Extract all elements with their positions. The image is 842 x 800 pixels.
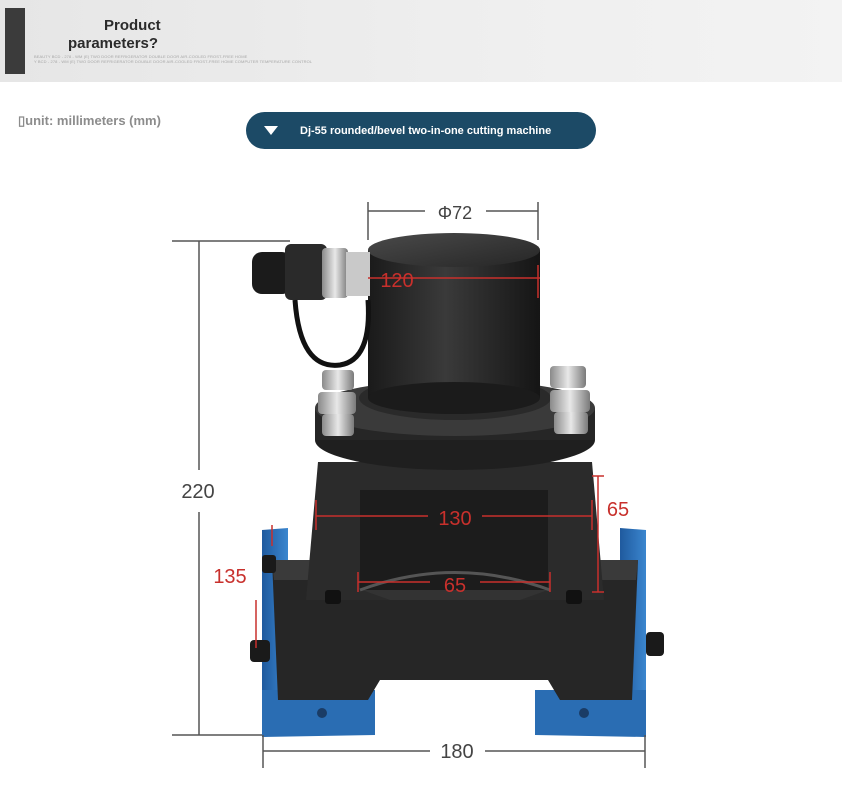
dimension-base-depth: 135 (213, 566, 246, 588)
dimension-inner-width: 130 (438, 508, 471, 530)
dimension-top-diameter: Φ72 (438, 203, 472, 223)
dimension-cylinder-height: 120 (380, 270, 413, 292)
dimension-total-height: 220 (181, 481, 214, 503)
machine-cylinder (368, 233, 540, 414)
dimension-side-height: 65 (607, 499, 629, 521)
dimension-base-width: 180 (440, 741, 473, 763)
machine-diagram: Φ72 120 220 65 130 135 65 180 (172, 202, 664, 768)
dimension-notch-width: 65 (444, 575, 466, 597)
hydraulic-coupler (252, 244, 371, 368)
